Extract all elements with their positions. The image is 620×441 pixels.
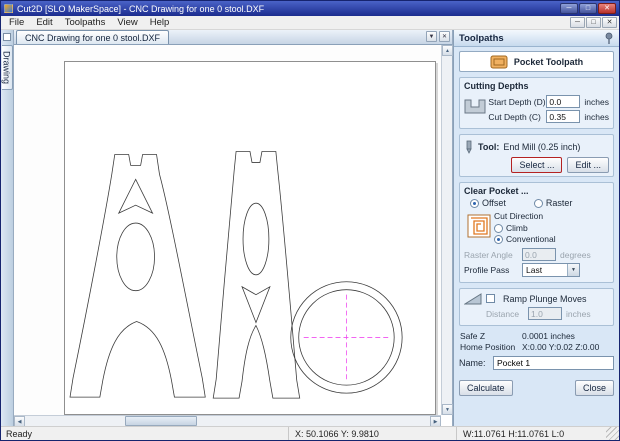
left-tab-strip: Drawing xyxy=(1,30,14,426)
document-tab-strip: CNC Drawing for one 0 stool.DXF ▼ ✕ xyxy=(14,30,452,45)
tab-close-button[interactable]: ✕ xyxy=(439,31,450,42)
raster-angle-label: Raster Angle xyxy=(464,249,513,260)
cut-direction-label: Cut Direction xyxy=(494,211,544,221)
panel-title: Toolpaths xyxy=(459,32,504,44)
depth-diagram-icon xyxy=(464,99,486,114)
home-position-value: X:0.00 Y:0.02 Z:0.00 xyxy=(522,342,600,352)
safe-z-label: Safe Z xyxy=(460,331,486,341)
cutting-depths-group: Cutting Depths Start Depth (D) inches xyxy=(459,77,614,129)
pocket-toolpath-icon xyxy=(490,55,508,68)
toolpath-type-label: Pocket Toolpath xyxy=(513,56,584,67)
raster-radio[interactable] xyxy=(533,198,543,208)
calculate-button[interactable]: Calculate xyxy=(459,380,513,396)
climb-label: Climb xyxy=(506,223,528,233)
status-bar: Ready X: 50.1066 Y: 9.9810 W:11.0761 H:1… xyxy=(1,426,619,440)
drawing-canvas[interactable] xyxy=(14,45,441,415)
scroll-up-icon[interactable]: ▲ xyxy=(442,45,453,56)
close-panel-button[interactable]: Close xyxy=(574,380,614,396)
menu-bar: File Edit Toolpaths View Help ─ □ ✕ xyxy=(1,16,619,30)
ramp-group: Ramp Plunge Moves Distance inches xyxy=(459,288,614,326)
mdi-restore-button[interactable]: □ xyxy=(586,17,601,28)
mdi-minimize-button[interactable]: ─ xyxy=(570,17,585,28)
tool-name: End Mill (0.25 inch) xyxy=(503,142,581,152)
app-window: Cut2D [SLO MakerSpace] - CNC Drawing for… xyxy=(0,0,620,441)
document-icon xyxy=(3,33,11,41)
canvas-area: CNC Drawing for one 0 stool.DXF ▼ ✕ ▲ ▼ … xyxy=(14,30,453,427)
toolpaths-panel: Toolpaths Pocket Toolpath Cutting Depths… xyxy=(453,30,619,426)
left-side-oval-cutout[interactable] xyxy=(116,222,155,292)
ramp-distance-unit: inches xyxy=(566,308,591,319)
ramp-checkbox[interactable] xyxy=(486,294,495,303)
horizontal-scrollbar[interactable]: ◀ ▶ xyxy=(14,415,441,427)
profile-pass-label: Profile Pass xyxy=(464,265,510,275)
pin-icon[interactable] xyxy=(604,32,614,44)
ramp-distance-label: Distance xyxy=(486,308,520,319)
vertical-scrollbar[interactable]: ▲ ▼ xyxy=(441,45,453,415)
app-icon xyxy=(4,4,13,13)
mdi-close-button[interactable]: ✕ xyxy=(602,17,617,28)
status-ready: Ready xyxy=(6,428,33,439)
climb-radio[interactable] xyxy=(494,223,503,233)
menu-edit[interactable]: Edit xyxy=(30,17,58,28)
ramp-distance-input xyxy=(528,307,562,320)
conventional-radio[interactable] xyxy=(494,234,503,244)
ramp-label: Ramp Plunge Moves xyxy=(503,293,587,304)
tool-edit-button[interactable]: Edit ... xyxy=(567,157,609,173)
clear-pocket-title: Clear Pocket ... xyxy=(464,186,529,196)
status-cursor-position: X: 50.1066 Y: 9.9810 xyxy=(288,427,456,440)
cnc-drawing-svg[interactable] xyxy=(65,62,435,414)
tool-label: Tool: xyxy=(478,142,500,152)
offset-radio[interactable] xyxy=(470,198,479,208)
resize-grip[interactable] xyxy=(606,427,619,440)
cut-depth-input[interactable] xyxy=(546,110,581,123)
tool-select-button[interactable]: Select ... xyxy=(511,157,563,173)
start-depth-unit: inches xyxy=(584,96,609,107)
raster-label: Raster xyxy=(545,198,573,208)
toolpath-type-header: Pocket Toolpath xyxy=(459,51,614,72)
dropdown-arrow-icon[interactable]: ▼ xyxy=(567,264,579,276)
safe-z-value: 0.0001 inches xyxy=(522,331,575,341)
menu-view[interactable]: View xyxy=(111,17,143,28)
conventional-label: Conventional xyxy=(506,234,556,244)
minimize-button[interactable]: ─ xyxy=(560,3,578,14)
raster-angle-input xyxy=(522,248,556,261)
raster-angle-unit: degrees xyxy=(560,249,591,260)
close-button[interactable]: ✕ xyxy=(598,3,616,14)
home-position-label: Home Position xyxy=(460,342,516,352)
middle-side-slot-cutout[interactable] xyxy=(242,202,270,276)
offset-label: Offset xyxy=(482,198,506,208)
menu-file[interactable]: File xyxy=(3,17,30,28)
menu-toolpaths[interactable]: Toolpaths xyxy=(59,17,112,28)
offset-pattern-icon xyxy=(467,214,491,238)
profile-pass-value: Last xyxy=(526,265,543,275)
profile-pass-dropdown[interactable]: Last ▼ xyxy=(522,263,580,277)
tool-group: Tool: End Mill (0.25 inch) Select ... Ed… xyxy=(459,134,614,177)
tab-document[interactable]: CNC Drawing for one 0 stool.DXF xyxy=(16,30,170,44)
status-dimensions: W:11.0761 H:11.0761 L:0 xyxy=(456,427,606,440)
end-mill-icon xyxy=(466,140,472,154)
menu-help[interactable]: Help xyxy=(144,17,176,28)
start-depth-input[interactable] xyxy=(546,95,581,108)
clear-pocket-group: Clear Pocket ... Offset Raster Cut Direc… xyxy=(459,182,614,283)
left-side-outline[interactable] xyxy=(69,154,206,398)
title-bar[interactable]: Cut2D [SLO MakerSpace] - CNC Drawing for… xyxy=(1,1,619,16)
cutting-depths-title: Cutting Depths xyxy=(464,81,529,91)
tab-drawing[interactable]: Drawing xyxy=(1,45,13,91)
machine-info: Safe Z 0.0001 inches Home Position X:0.0… xyxy=(460,331,613,352)
toolpath-name-label: Name: xyxy=(459,358,486,368)
toolpath-name-input[interactable] xyxy=(493,356,614,370)
scroll-down-icon[interactable]: ▼ xyxy=(442,404,453,415)
start-depth-label: Start Depth (D) xyxy=(488,96,546,107)
left-side-arrow-cutout[interactable] xyxy=(117,178,154,214)
window-title: Cut2D [SLO MakerSpace] - CNC Drawing for… xyxy=(17,3,265,14)
maximize-button[interactable]: □ xyxy=(579,3,597,14)
cut-depth-unit: inches xyxy=(584,111,609,122)
cut-depth-label: Cut Depth (C) xyxy=(488,111,541,122)
tab-scroll-button[interactable]: ▼ xyxy=(426,31,437,42)
ramp-icon xyxy=(464,293,482,305)
horizontal-scroll-thumb[interactable] xyxy=(125,416,197,426)
drawing-page[interactable] xyxy=(64,61,436,415)
middle-side-arrow-cutout[interactable] xyxy=(241,285,271,324)
